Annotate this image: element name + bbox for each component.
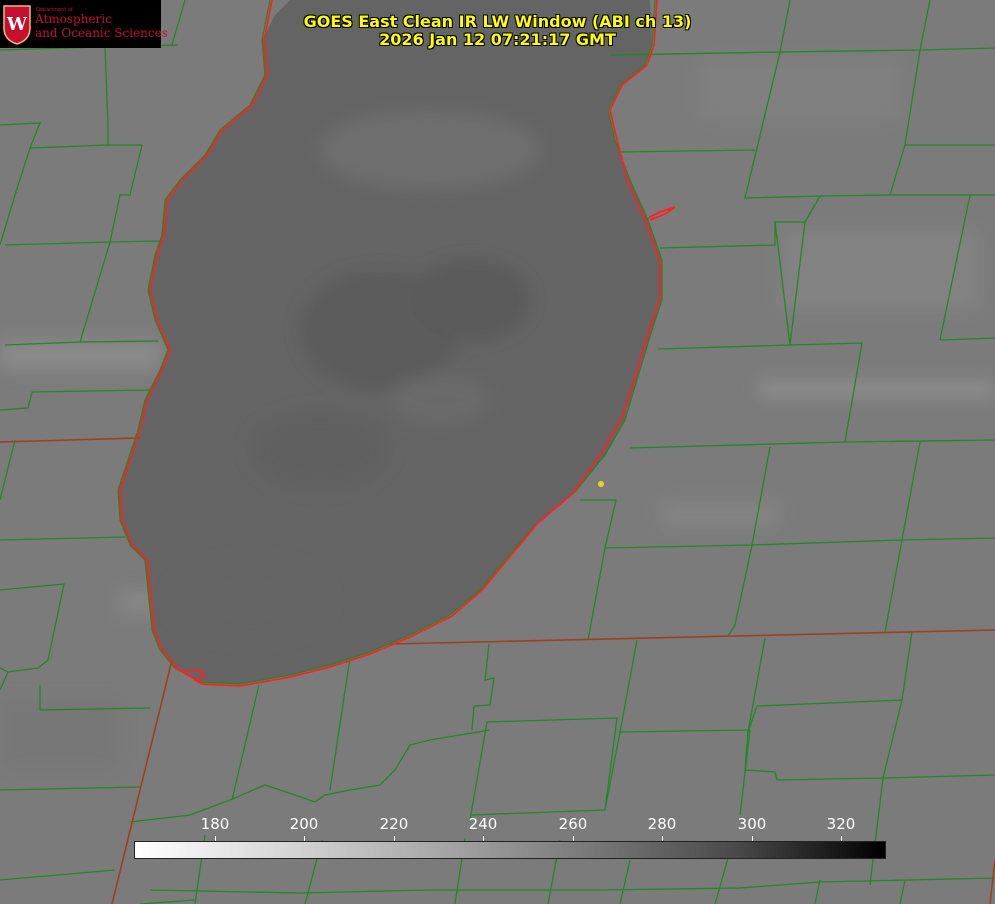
- colorbar-tick-label: 260: [558, 815, 588, 833]
- uw-crest-icon: W: [3, 5, 31, 45]
- ir-satellite-map: [0, 0, 995, 904]
- colorbar-gradient: [134, 841, 886, 859]
- colorbar-tick-label: 320: [826, 815, 856, 833]
- image-title: GOES East Clean IR LW Window (ABI ch 13): [303, 12, 692, 31]
- colorbar-tick-label: 220: [379, 815, 409, 833]
- satellite-image-viewer: W Department of Atmospheric and Oceanic …: [0, 0, 995, 904]
- image-timestamp: 2026 Jan 12 07:21:17 GMT: [379, 30, 616, 49]
- colorbar-tick-label: 240: [468, 815, 498, 833]
- colorbar-tick-label: 180: [200, 815, 230, 833]
- svg-text:W: W: [6, 14, 28, 35]
- colorbar-tick-label: 300: [737, 815, 767, 833]
- colorbar-tick-label: 280: [647, 815, 677, 833]
- logo-line-1: Atmospheric: [35, 12, 112, 26]
- uw-aos-logo: W Department of Atmospheric and Oceanic …: [0, 0, 168, 48]
- colorbar-tick-label: 200: [289, 815, 319, 833]
- city-marker: [598, 481, 604, 487]
- logo-line-2: and Oceanic Sciences: [35, 26, 168, 40]
